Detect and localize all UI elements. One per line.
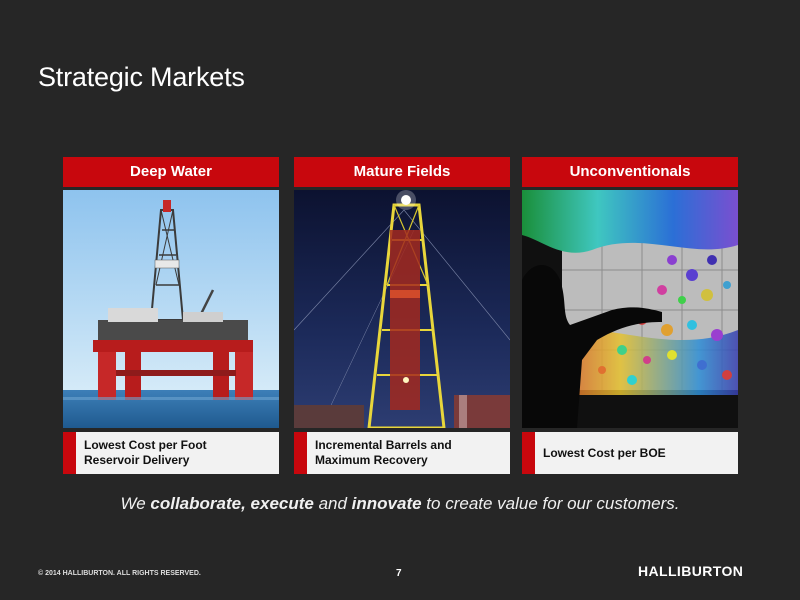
tagline: We collaborate, execute and innovate to …	[0, 494, 800, 514]
card-header: Unconventionals	[522, 157, 738, 187]
slide-title: Strategic Markets	[38, 62, 245, 92]
caption-accent-bar	[63, 432, 76, 474]
card-header: Mature Fields	[294, 157, 510, 187]
land-rig-night-image	[294, 190, 510, 428]
card-header: Deep Water	[63, 157, 279, 187]
caption-accent-bar	[522, 432, 535, 474]
card-caption-text: Lowest Cost per Foot Reservoir Delivery	[84, 438, 207, 467]
card-caption-text: Lowest Cost per BOE	[543, 445, 666, 460]
halliburton-logo: HALLIBURTON	[638, 563, 744, 579]
card-caption: Lowest Cost per BOE	[522, 432, 738, 474]
tagline-text: We	[120, 494, 151, 513]
tagline-text: to create value for our customers.	[421, 494, 680, 513]
card-caption: Lowest Cost per Foot Reservoir Delivery	[63, 432, 279, 474]
card-unconventionals: Unconventionals Lowest Cost per BOE	[522, 157, 738, 474]
reservoir-visualization-image	[522, 190, 738, 428]
tagline-text: and	[313, 494, 352, 513]
tagline-emphasis: innovate	[351, 494, 422, 513]
card-caption-text: Incremental Barrels and Maximum Recovery	[315, 438, 452, 467]
caption-accent-bar	[294, 432, 307, 474]
card-caption: Incremental Barrels and Maximum Recovery	[294, 432, 510, 474]
copyright-notice: © 2014 HALLIBURTON. ALL RIGHTS RESERVED.	[38, 570, 201, 577]
tagline-emphasis: collaborate, execute	[150, 494, 314, 513]
offshore-rig-image	[63, 190, 279, 428]
card-mature-fields: Mature Fields Incremental Barrels and Ma…	[294, 157, 510, 474]
card-deep-water: Deep Water Lowest Cost per Foot Reservoi…	[63, 157, 279, 474]
page-number: 7	[396, 568, 402, 579]
